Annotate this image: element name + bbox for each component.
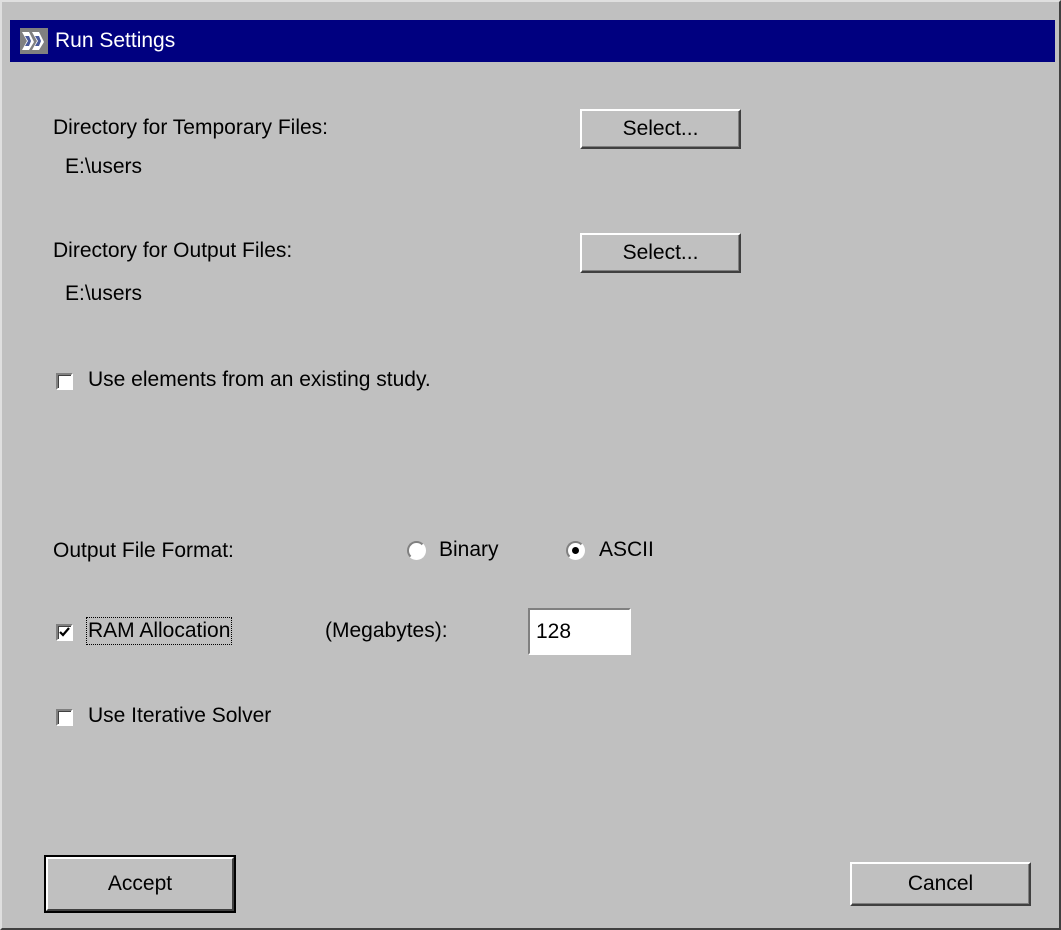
binary-radio-label[interactable]: Binary: [439, 538, 499, 562]
accept-button-label: Accept: [107, 872, 173, 895]
ram-allocation-label[interactable]: RAM Allocation: [85, 617, 233, 645]
binary-radio[interactable]: [407, 541, 426, 560]
output-dir-label: Directory for Output Files:: [53, 239, 293, 262]
ascii-radio-label[interactable]: ASCII: [599, 538, 654, 562]
run-settings-dialog: Run Settings Directory for Temporary Fil…: [0, 0, 1061, 930]
app-logo-icon: [20, 28, 48, 54]
iterative-solver-checkbox[interactable]: [56, 709, 73, 726]
cancel-button[interactable]: Cancel: [850, 862, 1031, 906]
select-temp-dir-button[interactable]: Select...: [580, 109, 741, 149]
output-dir-value: E:\users: [65, 282, 143, 305]
iterative-solver-label[interactable]: Use Iterative Solver: [88, 704, 271, 728]
temp-dir-label: Directory for Temporary Files:: [53, 116, 329, 139]
ram-allocation-input[interactable]: [528, 608, 631, 655]
radio-selected-dot: [572, 547, 579, 554]
temp-dir-value: E:\users: [65, 155, 143, 178]
accept-button-face: Accept: [46, 857, 234, 911]
window-title: Run Settings: [55, 29, 176, 52]
select-temp-dir-button-label: Select...: [622, 117, 699, 140]
cancel-button-label: Cancel: [907, 872, 974, 895]
select-output-dir-button-label: Select...: [622, 241, 699, 264]
ram-allocation-checkbox[interactable]: [56, 624, 73, 641]
accept-button[interactable]: Accept: [44, 855, 236, 913]
title-bar[interactable]: Run Settings: [10, 20, 1055, 62]
select-output-dir-button[interactable]: Select...: [580, 233, 741, 273]
output-format-label: Output File Format:: [53, 539, 234, 562]
checkmark-icon: [59, 627, 70, 637]
ascii-radio[interactable]: [566, 541, 585, 560]
use-existing-study-label[interactable]: Use elements from an existing study.: [88, 368, 431, 392]
use-existing-study-checkbox[interactable]: [56, 373, 73, 390]
megabytes-label: (Megabytes):: [325, 619, 448, 642]
